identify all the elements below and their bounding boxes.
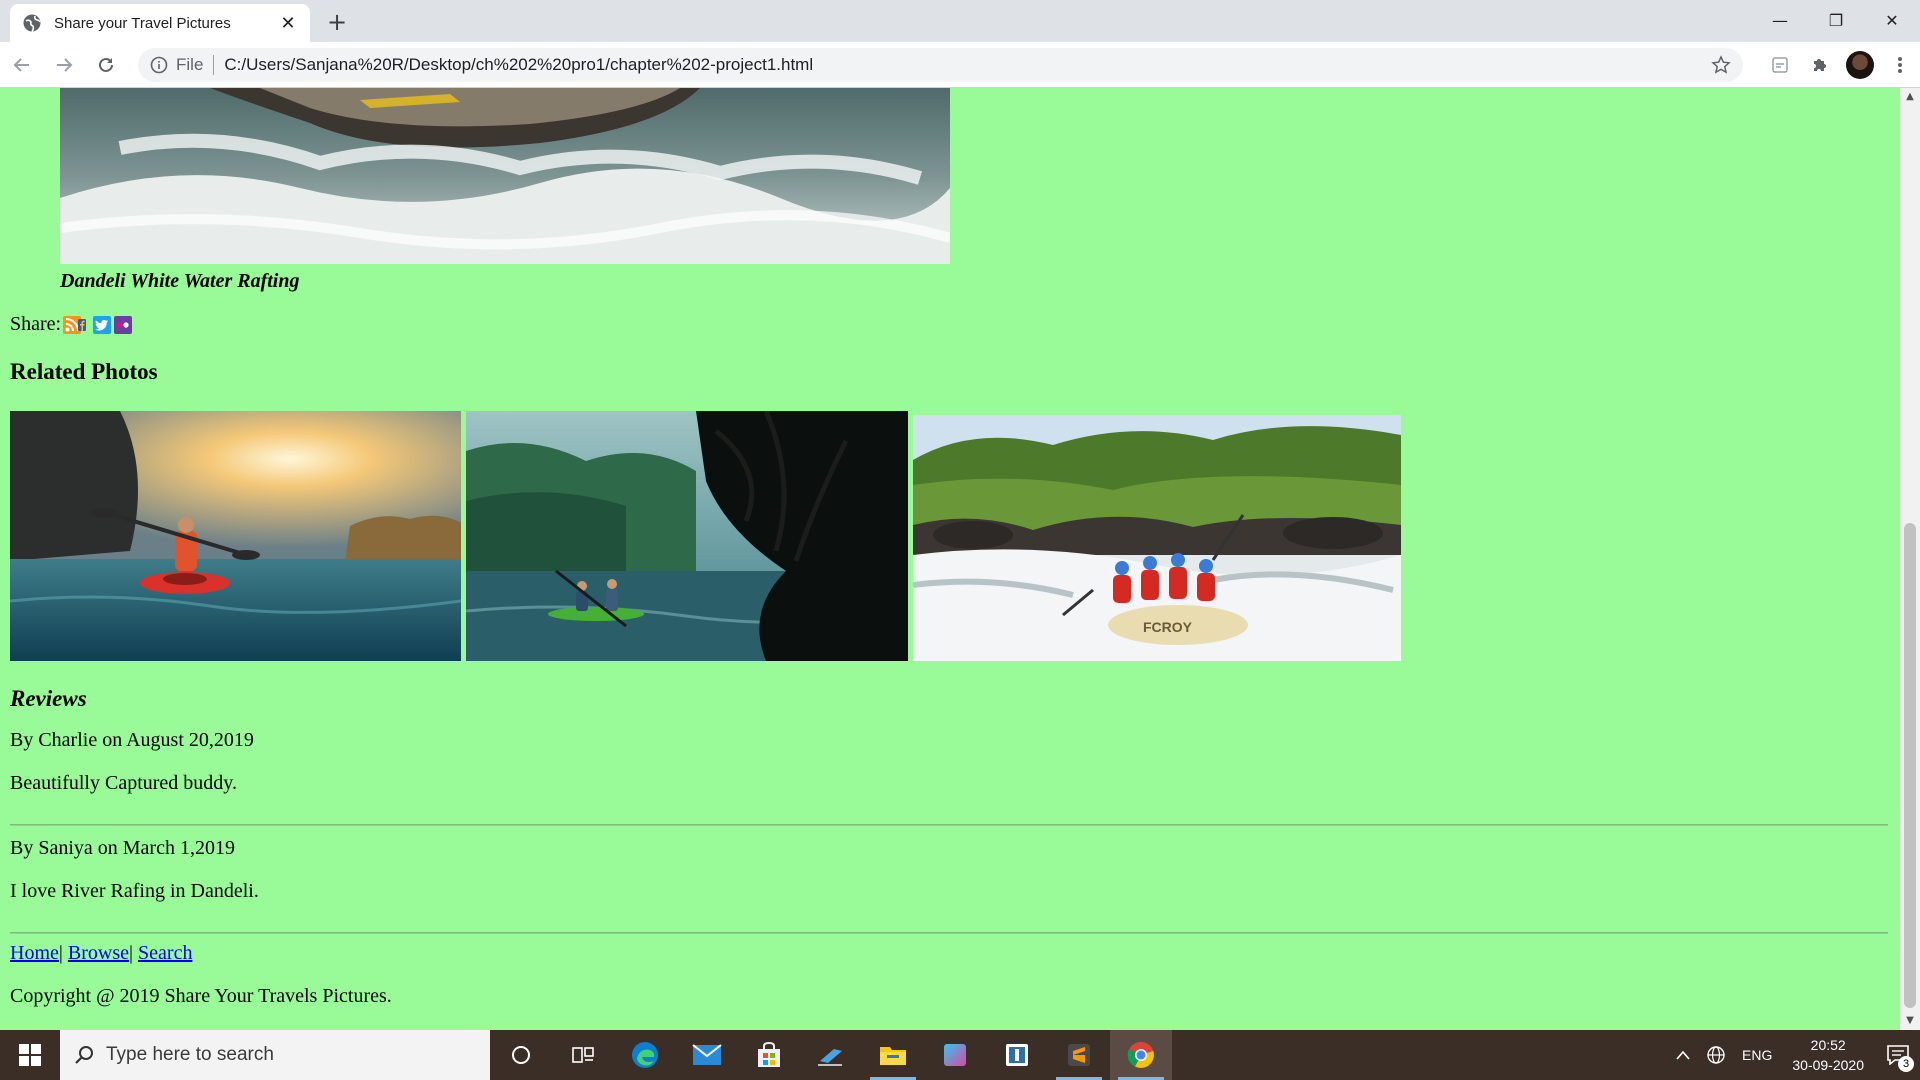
raft-text: FCROY (1143, 619, 1193, 635)
twitter-icon[interactable] (93, 315, 112, 334)
arrow-left-icon (13, 57, 29, 72)
photo-caption: Dandeli White Water Rafting (60, 270, 300, 292)
file-explorer-icon[interactable] (862, 1030, 924, 1080)
globe-icon (23, 14, 41, 32)
system-tray: ENG 20:52 30-09-2020 3 (1668, 1030, 1920, 1080)
review-text: Beautifully Captured buddy. (10, 772, 237, 794)
browser-toolbar: File C:/Users/Sanjana%20R/Desktop/ch%202… (0, 42, 1920, 88)
footer-nav: Home| Browse| Search (10, 942, 192, 965)
copyright-text: Copyright @ 2019 Share Your Travels Pict… (10, 985, 392, 1007)
start-button[interactable] (0, 1030, 60, 1080)
extensions-button[interactable] (1800, 45, 1840, 85)
task-view-icon[interactable] (552, 1030, 614, 1080)
windows-taskbar: Type here to search ENG 20:52 30-09-2020… (0, 1030, 1920, 1080)
store-icon[interactable] (738, 1030, 800, 1080)
facebook-icon[interactable] (78, 316, 90, 334)
review-author: By Saniya on March 1,2019 (10, 837, 235, 859)
notification-count: 3 (1898, 1056, 1914, 1072)
divider (10, 824, 1888, 826)
review-text: I love River Rafing in Dandeli. (10, 880, 259, 902)
kayak-forest-river-photo[interactable] (466, 411, 908, 661)
reload-button[interactable] (86, 45, 126, 85)
address-bar[interactable]: File C:/Users/Sanjana%20R/Desktop/ch%202… (138, 48, 1743, 82)
scroll-up-icon[interactable]: ▲ (1900, 88, 1920, 106)
page-icon (1772, 57, 1788, 73)
cortana-icon[interactable] (490, 1030, 552, 1080)
share-row: Share: (10, 313, 133, 336)
sublime-icon[interactable] (1048, 1030, 1110, 1080)
main-rafting-photo (60, 88, 950, 264)
reload-icon (99, 57, 113, 72)
page-viewport: Dandeli White Water Rafting Share: Relat… (0, 88, 1900, 1030)
tab-title: Share your Travel Pictures (54, 14, 231, 32)
search-placeholder: Type here to search (106, 1044, 274, 1065)
kebab-menu-icon (1898, 57, 1902, 73)
clock[interactable]: 20:52 30-09-2020 (1780, 1035, 1876, 1075)
divider (10, 932, 1888, 934)
avatar (1846, 51, 1874, 79)
minimize-button[interactable]: — (1752, 0, 1808, 40)
back-button[interactable] (2, 45, 42, 85)
edge-icon[interactable] (614, 1030, 676, 1080)
new-tab-button[interactable]: + (322, 8, 352, 38)
page-scrollbar[interactable]: ▲ ▼ (1900, 88, 1920, 1030)
toolbar-actions (1760, 42, 1920, 88)
notifications-button[interactable]: 3 (1876, 1030, 1920, 1080)
snip-icon[interactable] (986, 1030, 1048, 1080)
puzzle-icon (1814, 59, 1826, 71)
chevron-up-icon[interactable] (1668, 1050, 1698, 1060)
forward-button[interactable] (44, 45, 84, 85)
browse-link[interactable]: Browse (68, 942, 129, 964)
taskbar-search[interactable]: Type here to search (60, 1030, 490, 1080)
search-link[interactable]: Search (138, 942, 192, 964)
restore-button[interactable]: ❐ (1808, 0, 1864, 40)
scroll-down-icon[interactable]: ▼ (1900, 1012, 1920, 1030)
related-photos-heading: Related Photos (10, 359, 158, 384)
arrow-right-icon (57, 57, 73, 72)
share-icons (63, 315, 133, 334)
profile-button[interactable] (1840, 45, 1880, 85)
scroll-thumb[interactable] (1904, 523, 1916, 1008)
info-icon[interactable] (150, 56, 168, 74)
windows-logo-icon (19, 1044, 41, 1066)
clock-date: 30-09-2020 (1792, 1057, 1864, 1073)
flickr-icon[interactable] (114, 315, 133, 334)
tab-strip: Share your Travel Pictures ✕ + — ❐ ✕ (0, 0, 1920, 42)
share-label: Share: (10, 313, 62, 335)
home-link[interactable]: Home (10, 942, 59, 964)
address-separator (213, 55, 215, 75)
menu-button[interactable] (1880, 45, 1920, 85)
browser-tab[interactable]: Share your Travel Pictures ✕ (10, 4, 310, 42)
paint3d-icon[interactable] (924, 1030, 986, 1080)
url-text[interactable]: C:/Users/Sanjana%20R/Desktop/ch%202%20pr… (224, 55, 813, 75)
people-icon[interactable] (800, 1030, 862, 1080)
mail-icon[interactable] (676, 1030, 738, 1080)
language-indicator[interactable]: ENG (1734, 1047, 1780, 1063)
reading-list-button[interactable] (1760, 45, 1800, 85)
kayak-sunset-photo[interactable] (10, 411, 461, 661)
address-prefix: File (176, 55, 204, 74)
link-separator: | (129, 942, 134, 964)
review-author: By Charlie on August 20,2019 (10, 729, 254, 751)
chrome-icon[interactable] (1110, 1030, 1172, 1080)
network-globe-icon[interactable] (1698, 1045, 1734, 1065)
river-rafting-photo[interactable]: FCROY (913, 415, 1401, 661)
clock-time: 20:52 (1810, 1037, 1846, 1053)
bookmark-star-icon[interactable] (1711, 55, 1731, 75)
window-controls: — ❐ ✕ (1752, 0, 1920, 40)
reviews-heading: Reviews (10, 686, 87, 711)
tab-close-icon[interactable]: ✕ (278, 13, 298, 34)
link-separator: | (58, 942, 63, 964)
search-icon (75, 1046, 93, 1064)
close-window-button[interactable]: ✕ (1864, 0, 1920, 40)
